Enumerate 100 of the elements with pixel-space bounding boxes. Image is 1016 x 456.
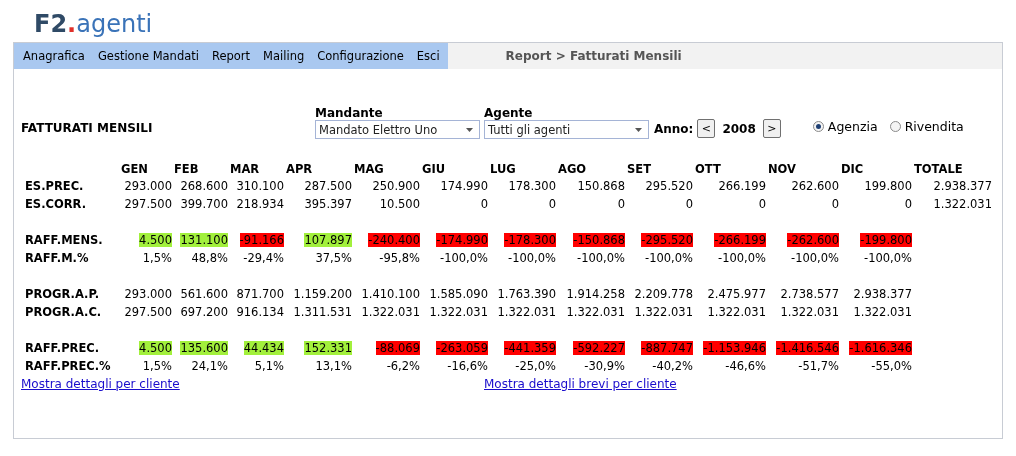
table-cell: 2.938.377 <box>853 287 912 302</box>
table-cell: 1.914.258 <box>566 287 625 302</box>
menu-item[interactable]: Configurazione <box>310 43 410 69</box>
table-cell: 1.322.031 <box>497 304 556 319</box>
table-cell: 10.500 <box>379 196 420 211</box>
table-cell: 174.990 <box>440 179 488 194</box>
table-cell: 0 <box>831 196 839 211</box>
row-label: PROGR.A.C. <box>24 304 103 319</box>
table-cell: -40,2% <box>652 358 693 373</box>
radio-label[interactable]: Rivendita <box>904 118 964 134</box>
table-cell: 250.900 <box>372 179 420 194</box>
table-cell: -441.359 <box>504 341 556 356</box>
table-cell: 310.100 <box>236 179 284 194</box>
table-cell: 37,5% <box>315 250 352 265</box>
table-cell: 287.500 <box>304 179 352 194</box>
table-cell: 2.209.778 <box>634 287 693 302</box>
page-title: FATTURATI MENSILI <box>21 121 154 137</box>
table-cell: 561.600 <box>180 287 228 302</box>
table-cell: 395.397 <box>304 196 352 211</box>
table-cell: 2.738.577 <box>780 287 839 302</box>
table-cell: 268.600 <box>180 179 228 194</box>
dropdown[interactable]: Tutti gli agenti <box>484 120 649 139</box>
table-cell: -91.166 <box>239 233 284 248</box>
table-cell: 0 <box>480 196 488 211</box>
table-cell: 44.434 <box>243 341 284 356</box>
table-cell: 24,1% <box>191 358 228 373</box>
row-label: RAFF.MENS. <box>24 233 104 248</box>
table-cell: -1.416.546 <box>776 341 839 356</box>
menu-item[interactable]: Report <box>204 43 257 69</box>
menu-item[interactable]: Mailing <box>256 43 311 69</box>
table-cell: 150.868 <box>577 179 625 194</box>
table-cell: 1.322.031 <box>566 304 625 319</box>
table-cell: -51,7% <box>798 358 839 373</box>
table-cell: 135.600 <box>180 341 228 356</box>
table-cell: 1.763.390 <box>497 287 556 302</box>
table-cell: -262.600 <box>787 233 839 248</box>
previous-year-button[interactable]: < <box>697 119 716 138</box>
column-header: OTT <box>694 161 722 176</box>
table-cell: -295.520 <box>641 233 693 248</box>
year-label: Anno: <box>654 121 694 136</box>
table-cell: -88.069 <box>375 341 420 356</box>
table-cell: -100,0% <box>645 250 693 265</box>
radio-label[interactable]: Agenzia <box>827 118 878 134</box>
table-cell: 1.159.200 <box>293 287 352 302</box>
table-cell: 1.322.031 <box>933 196 992 211</box>
table-cell: -174.990 <box>436 233 488 248</box>
table-cell: 218.934 <box>236 196 284 211</box>
logo-text: F2 <box>34 10 68 38</box>
table-cell: 697.200 <box>180 304 228 319</box>
table-cell: 107.897 <box>304 233 352 248</box>
table-cell: -100,0% <box>718 250 766 265</box>
row-label: PROGR.A.P. <box>24 287 101 302</box>
table-cell: -30,9% <box>584 358 625 373</box>
row-label: RAFF.PREC. <box>24 341 101 356</box>
table-cell: -1.153.946 <box>703 341 766 356</box>
table-cell: 4.500 <box>139 233 172 248</box>
menu-item[interactable]: Gestione Mandati <box>90 43 205 69</box>
logo-text: . <box>67 10 77 38</box>
column-header: MAG <box>353 161 385 176</box>
table-cell: -266.199 <box>714 233 766 248</box>
table-cell: 0 <box>758 196 766 211</box>
table-cell: 262.600 <box>791 179 839 194</box>
table-cell: 13,1% <box>315 358 352 373</box>
table-cell: -150.868 <box>573 233 625 248</box>
column-header: LUG <box>489 161 517 176</box>
radio-button[interactable] <box>812 120 824 132</box>
menu-item[interactable]: Esci <box>409 43 446 69</box>
year-value: 2008 <box>722 121 756 136</box>
column-header: MAR <box>229 161 261 176</box>
link[interactable]: Mostra dettagli brevi per cliente <box>484 376 677 391</box>
column-header: APR <box>285 161 314 176</box>
column-header: NOV <box>767 161 797 176</box>
column-header: FEB <box>173 161 200 176</box>
table-cell: -25,0% <box>515 358 556 373</box>
table-cell: 152.331 <box>304 341 352 356</box>
table-cell: -592.227 <box>573 341 625 356</box>
table-cell: -46,6% <box>725 358 766 373</box>
table-cell: -100,0% <box>577 250 625 265</box>
table-cell: 1.311.531 <box>293 304 352 319</box>
column-header: GEN <box>120 161 149 176</box>
column-header: AGO <box>557 161 588 176</box>
table-cell: 295.520 <box>645 179 693 194</box>
table-cell: -263.059 <box>436 341 488 356</box>
row-label: ES.CORR. <box>24 196 87 211</box>
table-cell: 1,5% <box>142 250 172 265</box>
dropdown[interactable]: Mandato Elettro Uno <box>315 120 480 139</box>
table-cell: 266.199 <box>718 179 766 194</box>
table-cell: -16,6% <box>447 358 488 373</box>
link[interactable]: Mostra dettagli per cliente <box>21 376 484 391</box>
table-cell: -100,0% <box>508 250 556 265</box>
menu-item[interactable]: Anagrafica <box>16 43 91 69</box>
column-header: DIC <box>840 161 865 176</box>
table-cell: -178.300 <box>504 233 556 248</box>
column-header: GIU <box>421 161 447 176</box>
table-cell: 293.000 <box>124 287 172 302</box>
table-cell: 293.000 <box>124 179 172 194</box>
radio-button[interactable] <box>889 120 901 132</box>
table-cell: 1.585.090 <box>429 287 488 302</box>
table-cell: -240.400 <box>368 233 420 248</box>
next-year-button[interactable]: > <box>762 119 781 138</box>
